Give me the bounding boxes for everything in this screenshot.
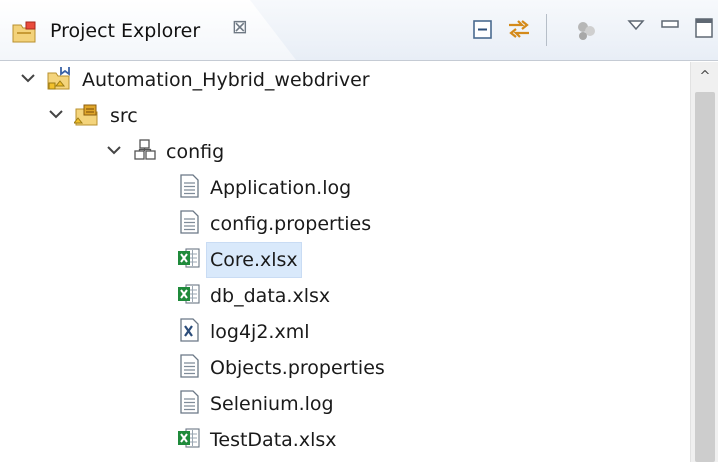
chevron-down-icon[interactable] [20,69,36,85]
tree-item-file[interactable]: config.properties [0,206,690,242]
link-with-editor-icon[interactable] [506,16,532,42]
tree-item-file-selected[interactable]: Core.xlsx [0,242,690,278]
maximize-icon[interactable] [692,14,718,40]
tree-item-label: Automation_Hybrid_webdriver [82,69,370,91]
minimize-icon[interactable] [658,14,684,40]
focus-on-active-task-icon[interactable] [574,18,600,44]
tree-item-label: config [166,141,225,163]
tree-item-label: Objects.properties [210,357,385,379]
tree-item-label: TestData.xlsx [210,429,337,451]
excel-file-icon [176,281,202,307]
tree-item-src[interactable]: src [0,98,690,134]
tree-item-config[interactable]: config [0,134,690,170]
tree-item-label: db_data.xlsx [210,285,331,307]
excel-file-icon [176,245,202,271]
text-file-icon [176,389,202,415]
tree-item-label: log4j2.xml [210,321,310,343]
tree-item-label: config.properties [210,213,372,235]
vertical-scrollbar[interactable]: ^ [690,62,718,462]
tree-item-file[interactable]: TestData.xlsx [0,422,690,458]
text-file-icon [176,173,202,199]
tree-item-file[interactable]: Objects.properties [0,350,690,386]
tree-item-file[interactable]: Application.log [0,170,690,206]
scroll-thumb[interactable] [695,92,715,462]
source-folder-icon [72,101,100,127]
close-icon[interactable]: ⊠ [229,16,251,38]
text-file-icon [176,353,202,379]
scroll-up-button[interactable]: ^ [691,62,718,90]
tree-item-file[interactable]: Selenium.log [0,386,690,422]
view-title: Project Explorer [50,20,201,42]
view-header: Project Explorer ⊠ [0,0,718,61]
text-file-icon [176,209,202,235]
tree-item-file[interactable]: db_data.xlsx [0,278,690,314]
tree-item-project[interactable]: Automation_Hybrid_webdriver [0,62,690,98]
tree-item-label: Application.log [210,177,352,199]
tree-item-label: Core.xlsx [206,242,302,278]
toolbar-separator [546,14,547,46]
tree-item-label: Selenium.log [210,393,334,415]
chevron-down-icon[interactable] [48,105,64,121]
excel-file-icon [176,425,202,451]
project-explorer-icon [12,21,38,43]
package-icon [132,137,158,163]
tree-item-file[interactable]: log4j2.xml [0,314,690,350]
project-tree: Automation_Hybrid_webdriver src config A… [0,62,690,462]
xml-file-icon [176,317,202,343]
chevron-down-icon[interactable] [106,141,122,157]
tab-project-explorer[interactable]: Project Explorer ⊠ [0,0,296,60]
java-project-icon [46,65,72,91]
collapse-all-icon[interactable] [470,17,496,43]
view-menu-icon[interactable] [624,14,650,40]
tree-item-label: src [110,105,138,127]
